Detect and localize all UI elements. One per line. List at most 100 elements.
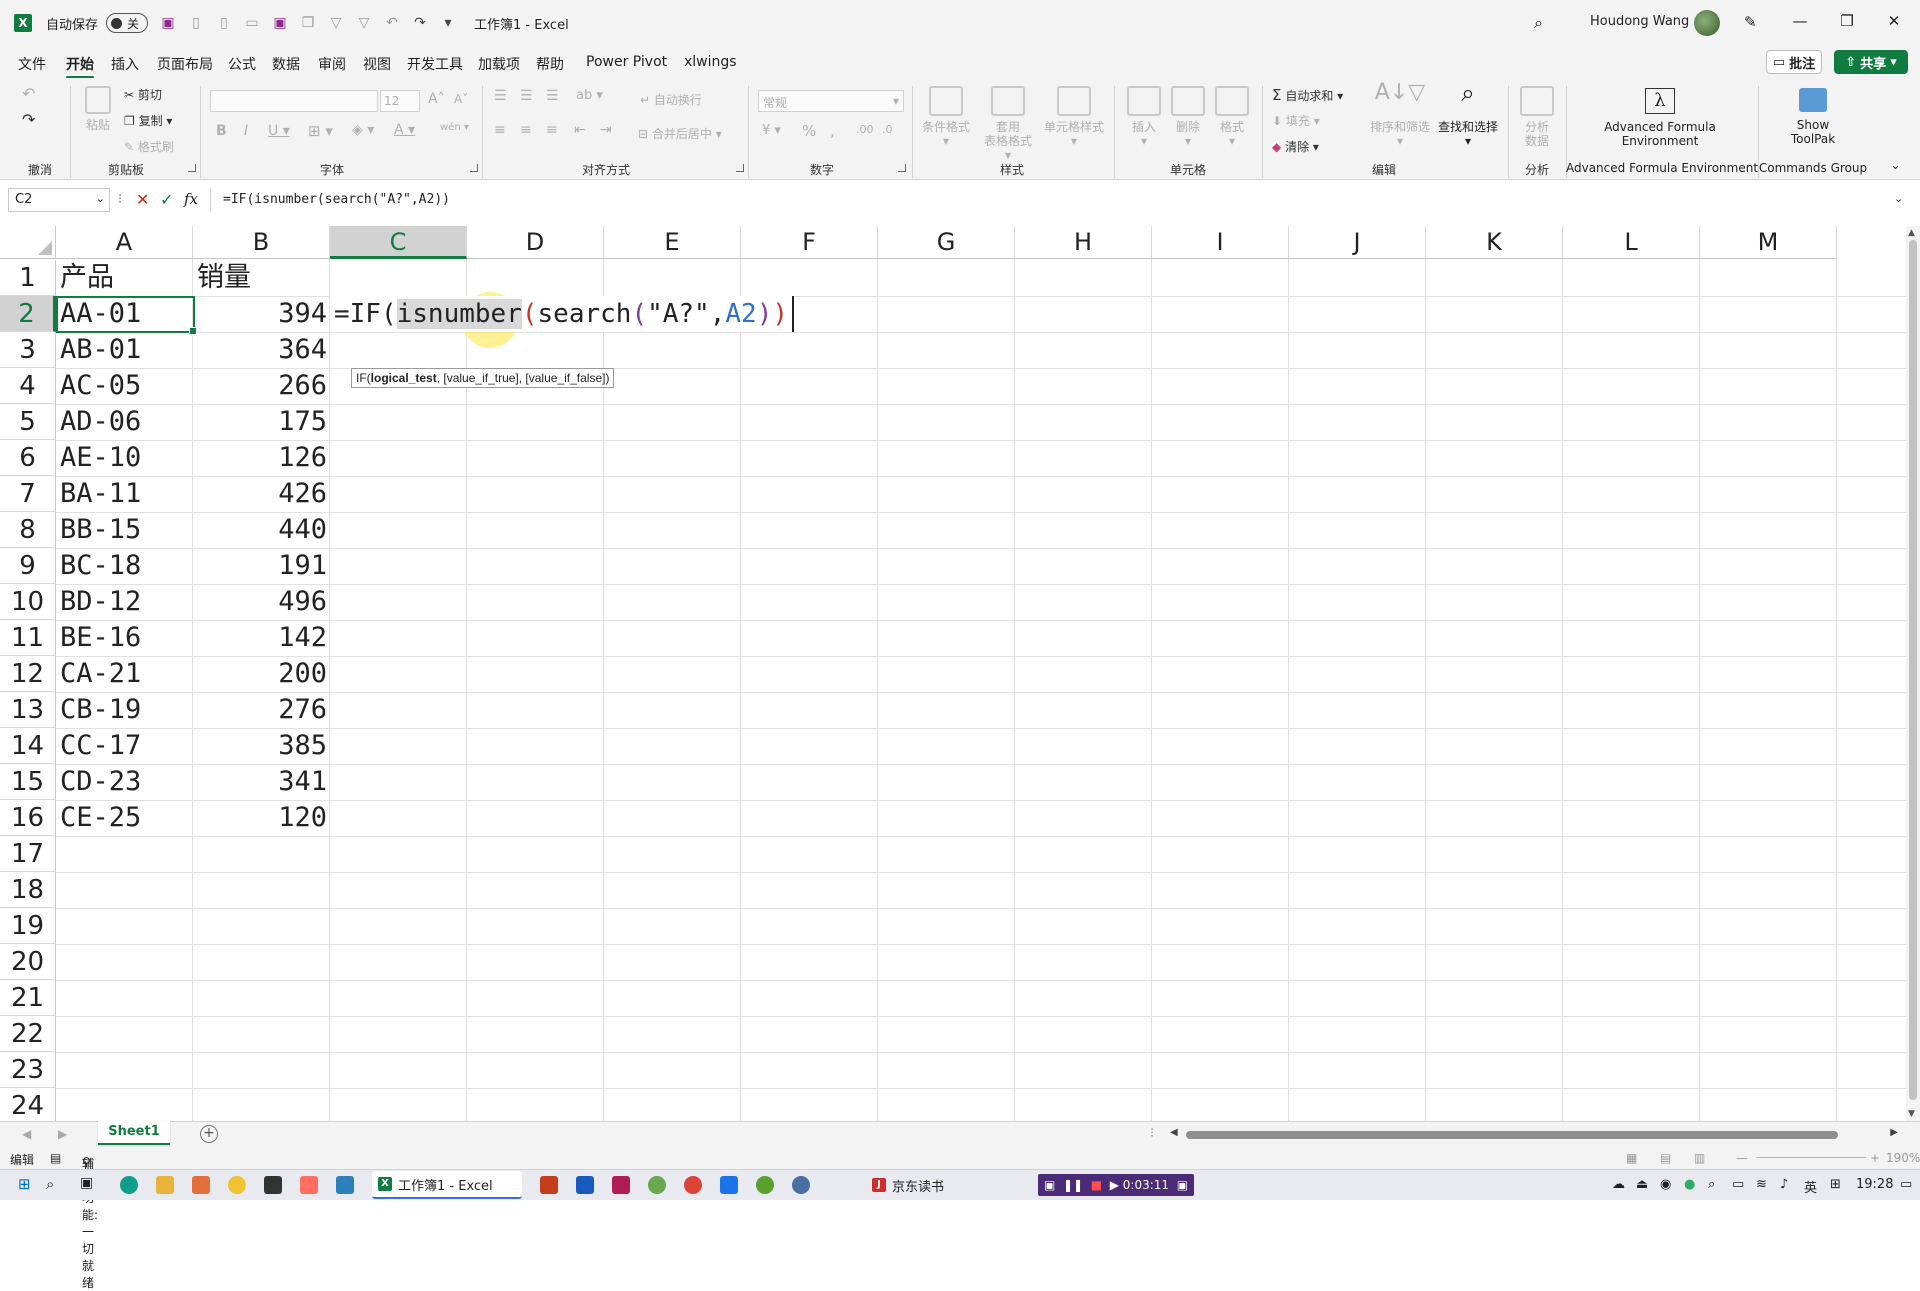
autosave-toggle[interactable]: 关 (106, 13, 149, 33)
column-header-h[interactable]: H (1015, 226, 1152, 259)
customize-qat-icon[interactable]: ▾ (440, 15, 456, 31)
number-format-box[interactable]: 常规 ▾ (758, 90, 904, 112)
column-header-l[interactable]: L (1563, 226, 1700, 259)
cell-a10[interactable]: BD-12 (56, 584, 193, 620)
column-header-j[interactable]: J (1289, 226, 1426, 259)
cell-b5[interactable]: 175 (193, 404, 330, 440)
decrease-decimal-icon[interactable]: .0 (882, 123, 893, 136)
cell-b6[interactable]: 126 (193, 440, 330, 476)
save-icon[interactable]: ▣ (160, 15, 176, 31)
app-icon-2[interactable] (612, 1176, 630, 1194)
cell-b11[interactable]: 142 (193, 620, 330, 656)
wechat-icon[interactable]: ● (1684, 1177, 1695, 1192)
page-break-view-icon[interactable]: ▥ (1694, 1151, 1705, 1165)
cloud-icon[interactable]: ☁ (1612, 1177, 1625, 1192)
autosum-button[interactable]: Σ 自动求和 ▾ (1272, 86, 1343, 104)
zoom-in-icon[interactable]: + (1870, 1151, 1880, 1165)
italic-icon[interactable]: I (244, 123, 248, 139)
scroll-left-icon[interactable]: ◀ (1170, 1127, 1178, 1138)
word-icon[interactable] (576, 1176, 594, 1194)
cell-c2-editor[interactable]: =IF(isnumber(search("A?",A2)) (330, 296, 794, 332)
comment-button[interactable]: ▭ 批注 (1766, 50, 1822, 74)
font-shrink-icon[interactable]: A˅ (454, 92, 468, 106)
minimize-icon[interactable]: — (1790, 12, 1810, 30)
redo-icon[interactable]: ↷ (22, 110, 35, 129)
notes-icon[interactable] (336, 1176, 354, 1194)
page-layout-view-icon[interactable]: ▤ (1660, 1151, 1671, 1165)
copy-doc-icon[interactable]: ❐ (300, 15, 316, 31)
column-header-f[interactable]: F (741, 226, 878, 259)
advanced-formula-environment-button[interactable]: λ Advanced Formula Environment (1590, 88, 1730, 148)
show-toolpak-button[interactable]: Show ToolPak (1778, 88, 1848, 146)
row-header-9[interactable]: 9 (0, 548, 56, 584)
align-right-icon[interactable]: ≡ (546, 122, 558, 138)
scroll-up-icon[interactable]: ▲ (1908, 228, 1915, 238)
windows-start-icon[interactable]: ⊞ (18, 1175, 31, 1193)
row-header-20[interactable]: 20 (0, 944, 56, 980)
notification-icon[interactable]: ▭ (1900, 1177, 1912, 1192)
normal-view-icon[interactable]: ▦ (1626, 1151, 1637, 1165)
cell-b15[interactable]: 341 (193, 764, 330, 800)
cell-a6[interactable]: AE-10 (56, 440, 193, 476)
cancel-icon[interactable]: ✕ (136, 190, 149, 209)
save-as-icon[interactable]: ▣ (272, 15, 288, 31)
cell-styles-button[interactable]: 单元格样式 ▾ (1040, 86, 1108, 148)
cell-b1[interactable]: 销量 (193, 260, 330, 296)
usb-icon[interactable]: ⏏ (1636, 1177, 1648, 1192)
cell-b16[interactable]: 120 (193, 800, 330, 836)
number-launcher-icon[interactable] (898, 164, 906, 172)
zoom-slider[interactable] (1756, 1157, 1866, 1158)
paste-button[interactable]: 粘贴 (78, 86, 118, 132)
row-header-17[interactable]: 17 (0, 836, 56, 872)
cell-a14[interactable]: CC-17 (56, 728, 193, 764)
bold-icon[interactable]: B (216, 123, 227, 139)
column-header-i[interactable]: I (1152, 226, 1289, 259)
cell-a7[interactable]: BA-11 (56, 476, 193, 512)
horizontal-scroll-thumb[interactable] (1186, 1131, 1838, 1139)
cell-b10[interactable]: 496 (193, 584, 330, 620)
cell-b13[interactable]: 276 (193, 692, 330, 728)
scroll-down-icon[interactable]: ▼ (1908, 1109, 1915, 1119)
align-middle-icon[interactable]: ☰ (520, 88, 533, 104)
sheet-next-icon[interactable]: ▶ (58, 1127, 67, 1141)
cell-b4[interactable]: 266 (193, 368, 330, 404)
format-as-table-button[interactable]: 套用 表格格式 ▾ (980, 86, 1036, 162)
clipboard-launcher-icon[interactable] (188, 164, 196, 172)
font-color-icon[interactable]: A ▾ (394, 122, 415, 138)
copy-button[interactable]: ❐ 复制 ▾ (124, 112, 172, 129)
currency-icon[interactable]: ¥ ▾ (762, 123, 781, 138)
cell-b8[interactable]: 440 (193, 512, 330, 548)
cell-a9[interactable]: BC-18 (56, 548, 193, 584)
enter-icon[interactable]: ✓ (160, 190, 173, 209)
row-header-7[interactable]: 7 (0, 476, 56, 512)
row-header-2[interactable]: 2 (0, 296, 56, 332)
search-tray-icon[interactable]: ⌕ (1708, 1177, 1715, 1192)
row-header-5[interactable]: 5 (0, 404, 56, 440)
app-icon-6[interactable] (792, 1176, 810, 1194)
font-name-box[interactable] (210, 90, 378, 112)
volume-icon[interactable]: ♪ (1780, 1177, 1788, 1192)
screen-recorder-bar[interactable]: ▣ ❚❚ ■ ▶ 0:03:11 ▣ (1038, 1174, 1195, 1196)
align-left-icon[interactable]: ≡ (494, 122, 506, 138)
increase-decimal-icon[interactable]: .00 (856, 123, 874, 136)
percent-icon[interactable]: % (802, 122, 816, 140)
underline-icon[interactable]: U ▾ (268, 123, 290, 139)
cell-a1[interactable]: 产品 (56, 260, 193, 296)
column-header-m[interactable]: M (1700, 226, 1837, 259)
worksheet-grid[interactable]: ABCDEFGHIJKLM 1 2 3 4 5 6 7 8 9 10 11 12 13 14 15 16 17 1… (0, 226, 1906, 1121)
tab-formulas[interactable]: 公式 (228, 54, 256, 74)
taskbar-excel-item[interactable]: X 工作簿1 - Excel (372, 1171, 522, 1199)
row-header-16[interactable]: 16 (0, 800, 56, 836)
row-header-6[interactable]: 6 (0, 440, 56, 476)
emoji-app-icon[interactable] (228, 1176, 246, 1194)
cell-a16[interactable]: CE-25 (56, 800, 193, 836)
vertical-scroll-thumb[interactable] (1909, 240, 1917, 1100)
insert-function-icon[interactable]: fx (184, 190, 198, 208)
row-header-8[interactable]: 8 (0, 512, 56, 548)
row-header-14[interactable]: 14 (0, 728, 56, 764)
expand-formula-bar-icon[interactable]: ⌄ (1894, 192, 1903, 205)
find-select-button[interactable]: ⌕ 查找和选择 ▾ (1434, 81, 1502, 148)
row-header-10[interactable]: 10 (0, 584, 56, 620)
row-header-24[interactable]: 24 (0, 1088, 56, 1121)
column-header-k[interactable]: K (1426, 226, 1563, 259)
